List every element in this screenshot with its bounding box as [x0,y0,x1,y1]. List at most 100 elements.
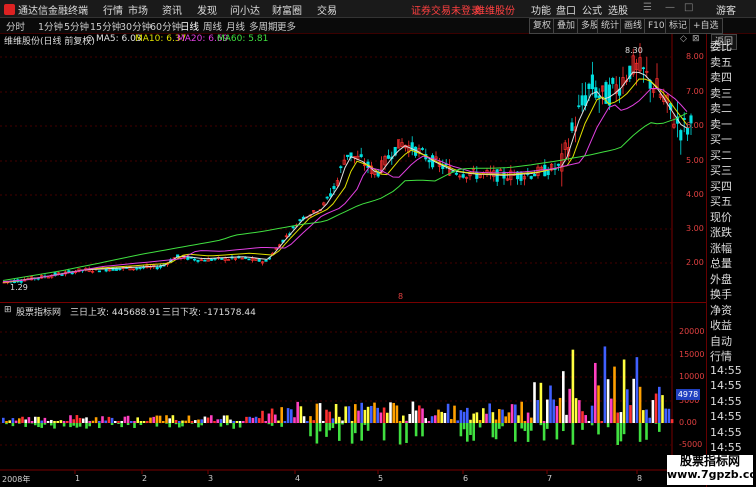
candle-body [420,148,424,150]
indicator-bar [24,419,27,423]
indicator-bar-negative [219,423,223,427]
sidebar-item[interactable]: 净资 [710,302,732,318]
indicator-bar [232,421,235,423]
indicator-bar [606,379,610,423]
indicator-bar-negative [360,423,363,441]
indicator-bar [610,398,613,423]
x-label: 8 [637,474,643,483]
indicator-bar [504,416,507,423]
indicator-bar [546,399,549,423]
indicator-bar [597,385,600,423]
indicator-bar [219,419,223,423]
indicator-bar-negative [514,423,517,442]
indicator-bar [136,417,139,423]
indicator-bar-negative [478,423,482,428]
indicator-bar [331,418,335,423]
indicator-bar-negative [181,423,184,427]
indicator-bar [75,415,79,423]
indicator-bar [446,403,450,423]
indicator-bar [213,421,216,423]
indicator-bar [40,420,43,423]
quote-sidebar: 委比 卖五 卖四 卖三 卖二 卖一 买一 买二 买三 买四 买五 现价 涨跌 涨幅 总量 外盘 换手 净资 收益 自动… [706,34,756,487]
indicator-bar [123,416,127,423]
sidebar-item[interactable]: 卖五 [710,54,732,70]
indicator-bar [437,409,440,423]
sidebar-item[interactable]: 换手 [710,286,732,302]
candle-body [556,163,560,166]
sidebar-item[interactable]: 自动 [710,333,732,349]
candle-body [386,155,390,159]
indicator-bar-negative [530,423,533,431]
indicator-bar-negative [363,423,367,425]
indicator-bar [533,382,536,423]
indicator-bar [424,418,427,423]
indicator-bar [498,409,501,423]
indicator-bar [37,416,40,423]
sidebar-item[interactable]: 卖四 [710,69,732,85]
indicator-bar [264,421,267,423]
sidebar-item[interactable]: 买五 [710,193,732,209]
sidebar-item[interactable]: 14:55 [710,379,742,392]
sidebar-item[interactable]: 涨幅 [710,240,732,256]
sidebar-item[interactable]: 买四 [710,178,732,194]
indicator-bar-negative [18,423,21,424]
indicator-bar-negative [178,423,181,428]
indicator-bar-negative [117,423,120,424]
sidebar-item[interactable]: 委比 [710,38,732,54]
indicator-bar [142,421,146,423]
indicator-bar [27,417,31,423]
vol-tick: 10000 [679,372,705,381]
indicator-bar [197,419,200,423]
indicator-bar-negative [562,423,565,432]
indicator-bar [344,406,347,423]
sidebar-item[interactable]: 卖一 [710,116,732,132]
indicator-bar [542,421,546,423]
sidebar-item[interactable]: 买三 [710,162,732,178]
sidebar-item[interactable]: 14:55 [710,395,742,408]
indicator-bar [194,420,197,423]
indicator-bar-negative [328,423,331,431]
indicator-bar [568,388,571,423]
candle-body [427,159,431,163]
sidebar-item[interactable]: 14:55 [710,441,742,454]
indicator-bar [475,412,479,423]
indicator-bar [360,402,363,423]
guest-label[interactable]: 游客 [716,2,736,17]
candle-body [570,122,574,131]
sidebar-item[interactable]: 14:55 [710,426,742,439]
sidebar-item[interactable]: 外盘 [710,271,732,287]
indicator-bar [200,419,203,423]
sidebar-item[interactable]: 收益 [710,317,732,333]
price-tick: 3.00 [686,224,704,233]
sidebar-item[interactable]: 总量 [710,255,732,271]
candle-body [244,257,248,259]
indicator-bar [456,420,459,423]
indicator-bar-negative [85,423,88,429]
indicator-bar [536,400,539,423]
indicator-icon[interactable]: ⊞ [4,305,12,315]
indicator-bar-negative [267,423,271,425]
sidebar-item[interactable]: 卖二 [710,100,732,116]
sidebar-item[interactable]: 卖三 [710,85,732,101]
indicator-bar-negative [501,423,504,427]
candle-body [580,95,584,106]
indicator-bar [85,417,88,423]
indicator-bar [574,398,578,423]
x-label: 2008年 [2,475,31,484]
indicator-bar-negative [11,423,15,427]
sidebar-item[interactable]: 行情 [710,348,732,364]
sidebar-item[interactable]: 涨跌 [710,224,732,240]
indicator-bar [366,406,370,423]
indicator-bar [46,421,50,423]
indicator-bar-negative [133,423,136,428]
indicator-bar-negative [472,423,475,441]
sidebar-item[interactable]: 买一 [710,131,732,147]
sidebar-item[interactable]: 14:55 [710,410,742,423]
indicator-bar [587,421,591,423]
indicator-bar-negative [30,423,34,424]
sidebar-item[interactable]: 买二 [710,147,732,163]
kline-chart[interactable] [0,0,706,487]
sidebar-item[interactable]: 现价 [710,209,732,225]
indicator-bar [645,409,648,423]
sidebar-item[interactable]: 14:55 [710,364,742,377]
